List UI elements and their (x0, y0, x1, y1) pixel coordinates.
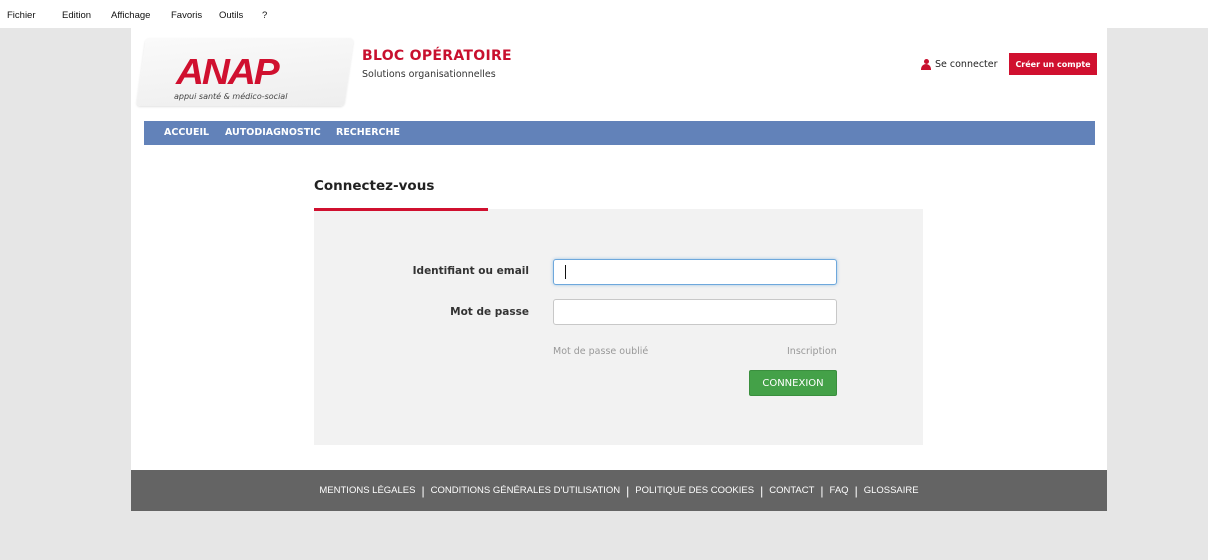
create-account-button[interactable]: Créer un compte (1009, 53, 1097, 75)
footer-separator: | (854, 483, 858, 498)
logo-tagline: appui santé & médico-social (174, 92, 288, 101)
login-link-label: Se connecter (935, 58, 998, 70)
footer-faq[interactable]: FAQ (830, 485, 849, 496)
login-link[interactable]: Se connecter (921, 56, 998, 72)
menu-fichier[interactable]: Fichier (7, 10, 36, 21)
nav-autodiagnostic[interactable]: AUTODIAGNOSTIC (225, 127, 321, 138)
footer-glossaire[interactable]: GLOSSAIRE (864, 485, 919, 496)
footer-separator: | (760, 483, 764, 498)
footer-mentions-legales[interactable]: MENTIONS LÉGALES (319, 485, 415, 496)
browser-menubar: Fichier Edition Affichage Favoris Outils… (0, 0, 1208, 28)
password-label: Mot de passe (450, 306, 529, 318)
footer-separator: | (626, 483, 630, 498)
page: ANAP appui santé & médico-social BLOC OP… (131, 28, 1107, 511)
user-icon (921, 58, 931, 70)
footer-separator: | (820, 483, 824, 498)
site-footer: MENTIONS LÉGALES | CONDITIONS GÉNÉRALES … (131, 470, 1107, 511)
menu-outils[interactable]: Outils (219, 10, 243, 21)
login-panel: Identifiant ou email Mot de passe Mot de… (314, 209, 923, 445)
menu-edition[interactable]: Edition (62, 10, 91, 21)
anap-logo[interactable]: ANAP (176, 52, 327, 92)
site-title: BLOC OPÉRATOIRE (362, 48, 512, 64)
nav-accueil[interactable]: ACCUEIL (164, 127, 209, 138)
footer-contact[interactable]: CONTACT (769, 485, 814, 496)
footer-cookies[interactable]: POLITIQUE DES COOKIES (635, 485, 754, 496)
connexion-button[interactable]: CONNEXION (749, 370, 837, 396)
text-caret (565, 265, 566, 279)
register-link[interactable]: Inscription (787, 346, 837, 357)
menu-affichage[interactable]: Affichage (111, 10, 150, 21)
nav-recherche[interactable]: RECHERCHE (336, 127, 400, 138)
footer-separator: | (421, 483, 425, 498)
site-header: ANAP appui santé & médico-social BLOC OP… (131, 28, 1107, 121)
password-field[interactable] (553, 299, 837, 325)
username-field[interactable] (553, 259, 837, 285)
forgot-password-link[interactable]: Mot de passe oublié (553, 346, 648, 357)
username-label: Identifiant ou email (412, 265, 529, 277)
site-subtitle: Solutions organisationnelles (362, 69, 496, 80)
menu-favoris[interactable]: Favoris (171, 10, 202, 21)
login-title: Connectez-vous (314, 178, 435, 194)
login-title-underline (314, 208, 488, 211)
main-nav: ACCUEIL AUTODIAGNOSTIC RECHERCHE (144, 121, 1095, 145)
menu-help[interactable]: ? (262, 10, 267, 21)
footer-cgu[interactable]: CONDITIONS GÉNÉRALES D'UTILISATION (431, 485, 621, 496)
